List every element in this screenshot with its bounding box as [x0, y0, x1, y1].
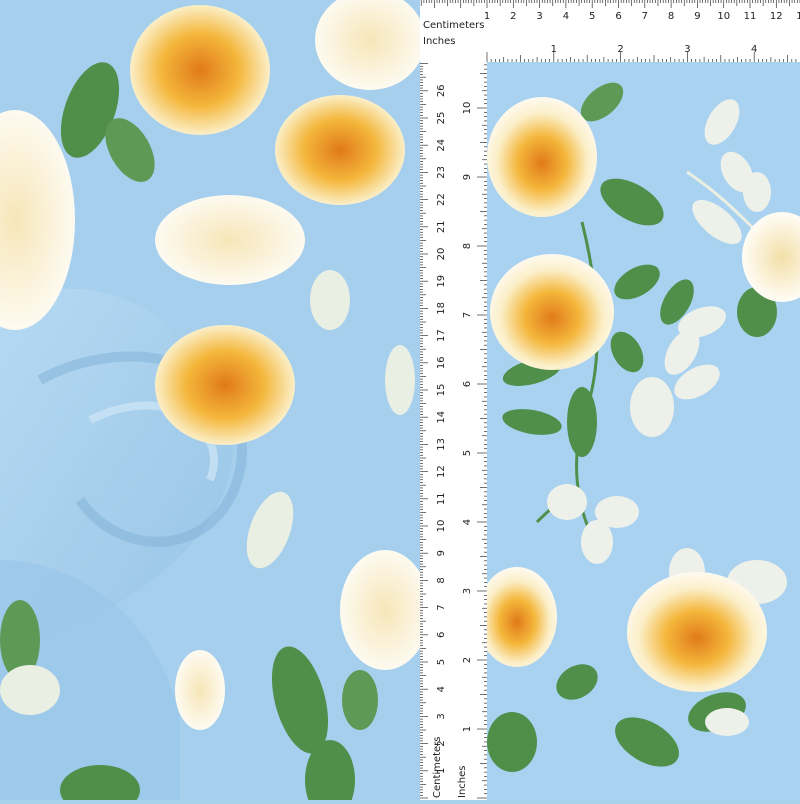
ruler-left-inch-label: 3: [462, 588, 473, 594]
ruler-left-cm-label: 12: [436, 465, 447, 478]
ruler-top-inch-label: 4: [751, 44, 757, 55]
ruler-left-cm-label: 6: [436, 632, 447, 638]
ruler-left-cm-label: 7: [436, 604, 447, 610]
ruler-left-cm-label: 21: [436, 220, 447, 233]
ruler-top-cm-label: 10: [717, 11, 730, 22]
ruler-left-cm-label: 23: [436, 166, 447, 179]
ruler-left-cm-label: 14: [436, 411, 447, 424]
ruler-left-ticks: 1234567891011121314151617181920212223242…: [420, 63, 487, 799]
ruler-top-cm-label: 4: [563, 11, 569, 22]
ruler-left-cm-label: 15: [436, 384, 447, 397]
ruler-left-cm-label: 8: [436, 577, 447, 583]
ruler-left-inch-label: 5: [462, 450, 473, 456]
ruler-left-cm-label: 11: [436, 492, 447, 505]
ruler-top-cm-label: 12: [770, 11, 783, 22]
ruler-top-cm-label: 5: [589, 11, 595, 22]
ruler-top-cm-label: 8: [668, 11, 674, 22]
fabric-swirl-photo: [0, 0, 420, 800]
ruler-left-cm-label: 26: [436, 84, 447, 97]
ruler-top-cm-label: 3: [536, 11, 542, 22]
ruler-left: 1 2 3 4 5 6 7 8 9 10 11 12 13 14 15 16 17 18 19 20 21 22 23 24 2…: [420, 62, 488, 800]
ruler-top-cm-label: 6: [615, 11, 621, 22]
ruler-left-cm-label: 10: [436, 520, 447, 533]
ruler-left-cm-label: 13: [436, 438, 447, 451]
ruler-top: 123456789101112131412345 Centimeters Inc…: [420, 0, 800, 63]
ruler-left-cm-label: 19: [436, 275, 447, 288]
ruler-top-unit-in: Inches: [423, 36, 456, 47]
ruler-top-cm-label: 11: [744, 11, 757, 22]
ruler-left-cm-label: 25: [436, 112, 447, 125]
ruler-left-inch-label: 1: [462, 726, 473, 732]
fabric-flat-image: [487, 62, 800, 800]
ruler-top-cm-label: 9: [694, 11, 700, 22]
ruler-left-cm-label: 3: [436, 713, 447, 719]
ruler-left-cm-label: 24: [436, 139, 447, 152]
ruler-left-cm-label: 5: [436, 659, 447, 665]
ruler-left-inch-label: 6: [462, 381, 473, 387]
ruler-left-inch-label: 4: [462, 519, 473, 525]
ruler-left-unit-in: Inches: [457, 765, 468, 799]
ruler-left-inch-label: 10: [462, 102, 473, 115]
ruler-left-cm-label: 17: [436, 329, 447, 342]
ruler-left-cm-label: 16: [436, 356, 447, 369]
ruler-left-inch-label: 7: [462, 312, 473, 318]
ruler-left-unit-cm: Centimeters: [432, 736, 443, 798]
ruler-top-ticks: 123456789101112131412345: [420, 0, 800, 62]
ruler-top-cm-label: 7: [642, 11, 648, 22]
ruler-left-cm-label: 20: [436, 248, 447, 261]
ruler-left-inch-label: 2: [462, 657, 473, 663]
ruler-left-inch-label: 9: [462, 174, 473, 180]
ruler-left-cm-label: 9: [436, 550, 447, 556]
ruler-left-cm-label: 22: [436, 193, 447, 206]
ruler-top-unit-cm: Centimeters: [423, 20, 485, 31]
ruler-top-inch-label: 2: [617, 44, 623, 55]
ruler-top-cm-label: 2: [510, 11, 516, 22]
ruler-top-inch-label: 3: [684, 44, 690, 55]
ruler-left-cm-label: 4: [436, 686, 447, 692]
ruler-top-cm-label: 1: [484, 11, 490, 22]
ruler-left-cm-label: 18: [436, 302, 447, 315]
fabric-flat-swatch: [487, 62, 800, 800]
ruler-top-inch-label: 1: [551, 44, 557, 55]
ruler-top-cm-label: 13: [796, 11, 800, 22]
fabric-swirl-image: [0, 0, 420, 800]
ruler-left-inch-label: 8: [462, 243, 473, 249]
